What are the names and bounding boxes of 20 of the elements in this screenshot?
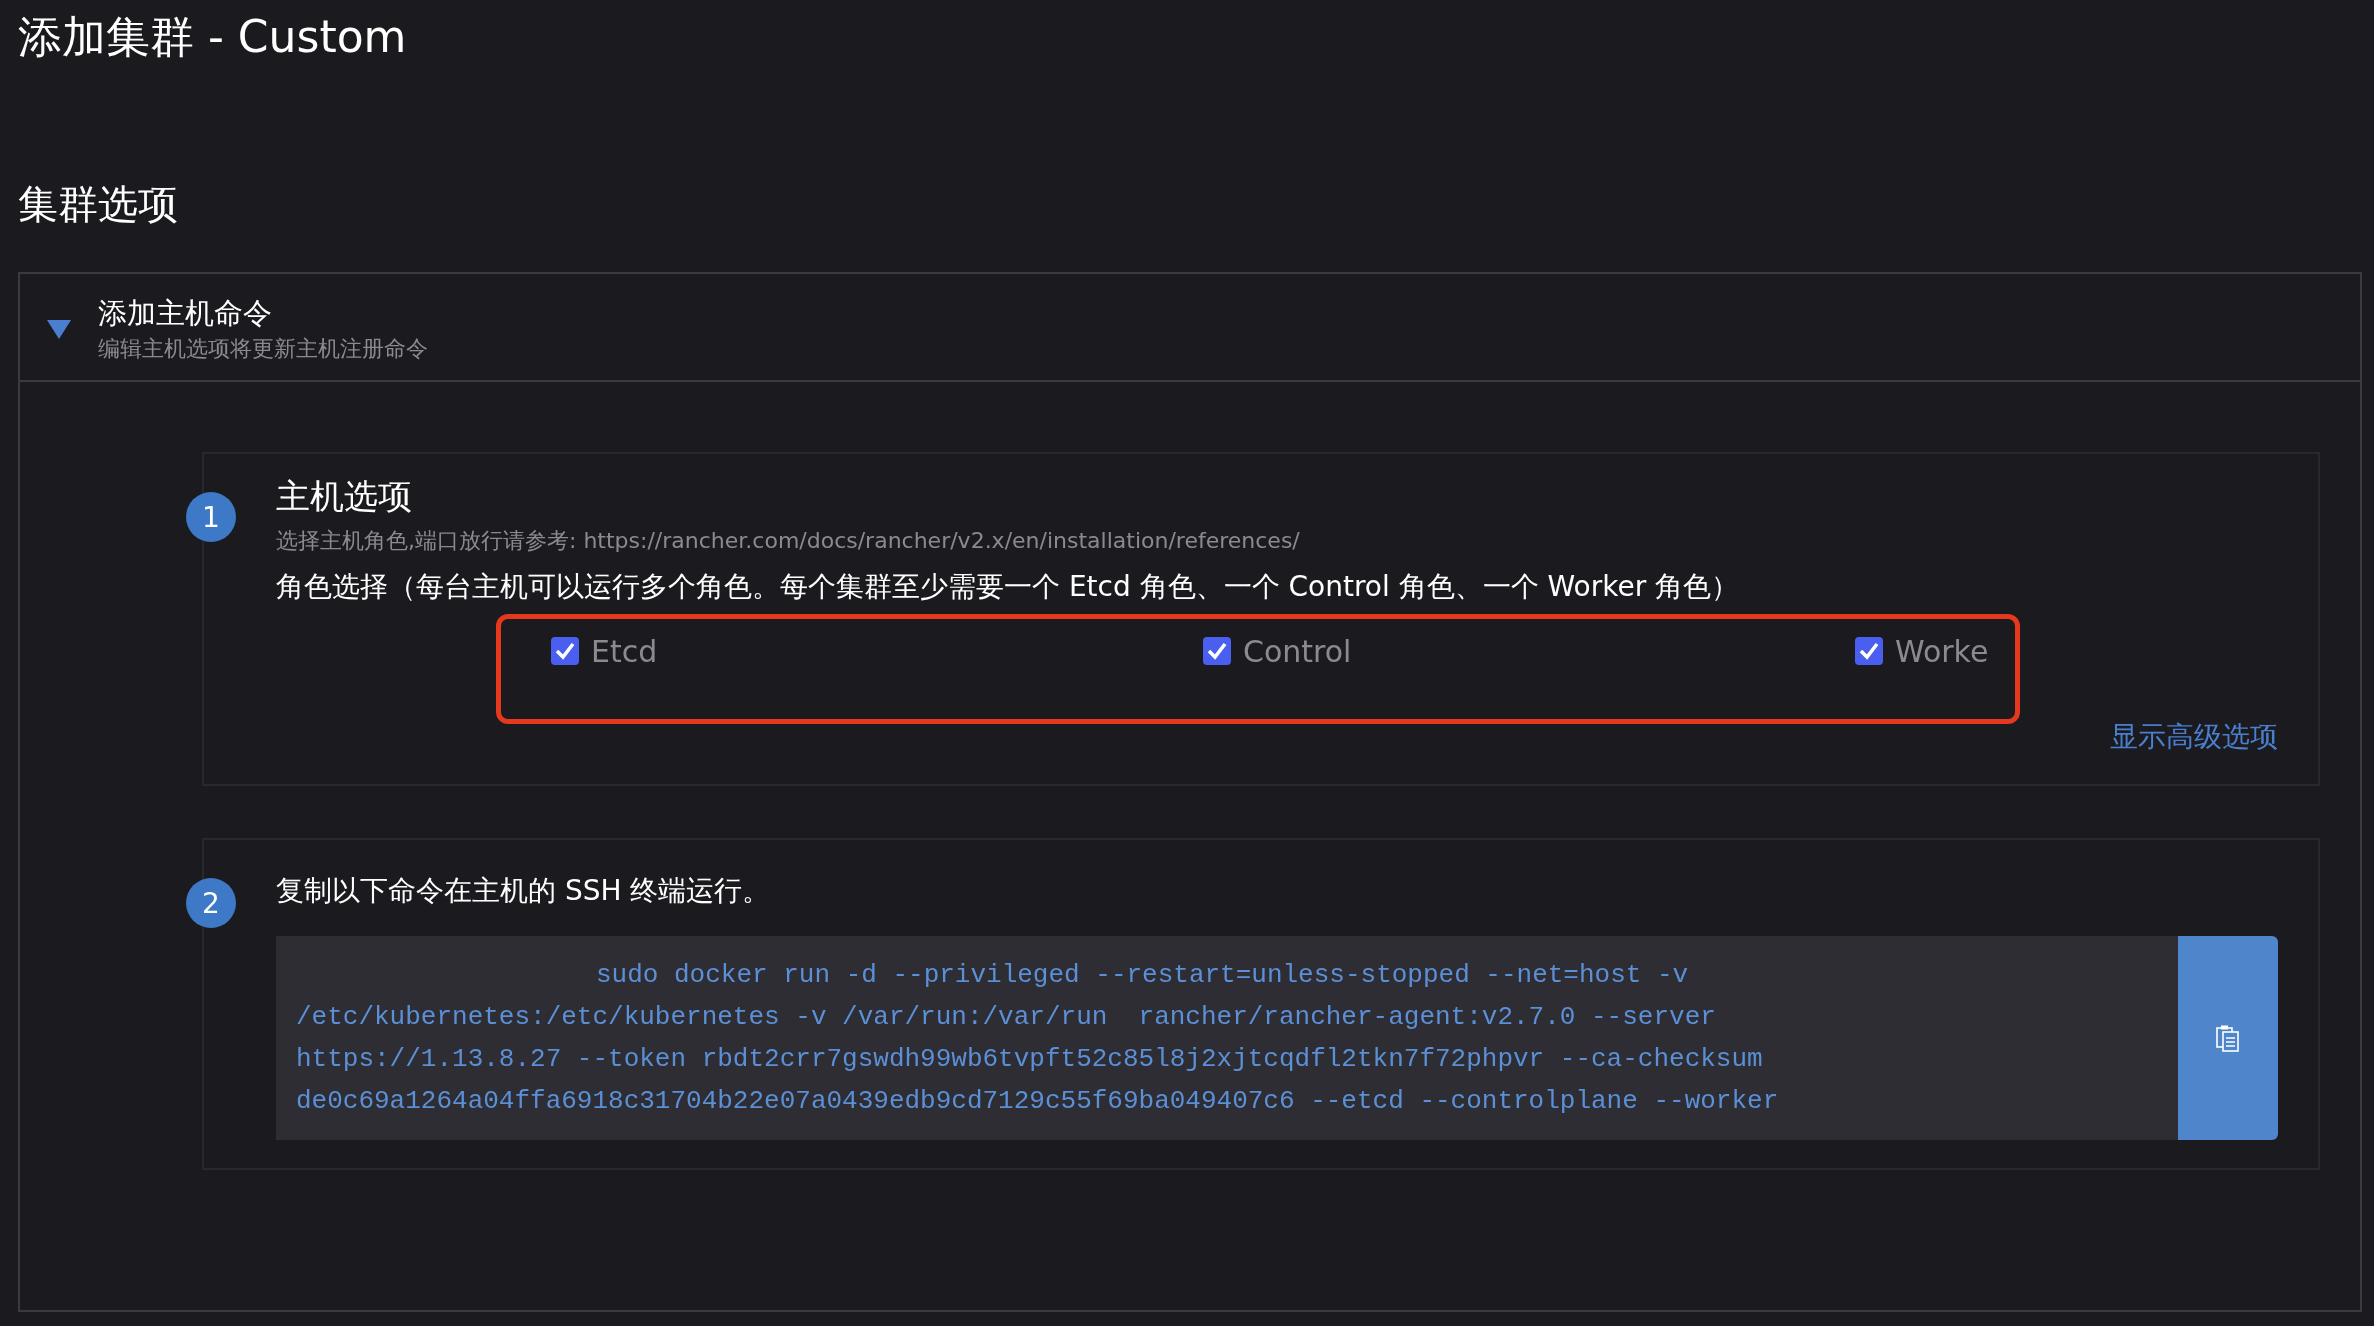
clipboard-icon xyxy=(2215,1024,2241,1052)
caret-icon[interactable] xyxy=(46,318,72,340)
page-title: 添加集群 - Custom xyxy=(18,10,407,64)
roles-label: 角色选择（每台主机可以运行多个角色。每个集群至少需要一个 Etcd 角色、一个 Control 角色、一个 Worker 角色） xyxy=(276,569,1740,605)
checkbox[interactable] xyxy=(551,637,579,665)
checkbox-label[interactable]: Control xyxy=(1243,633,1352,669)
command-block: sudo docker run -d --privileged --restart=unless-stopped --net=host -v /etc/kubernetes:/etc/kubernetes -v /var/run:/var/run rancher/rancher-agent:v2.7.0 --server https://1.13.8.27 --token rbdt2crr7gswdh99wb6tvpft52c85l8j2xjtcqdfl2tkn7f72phpvr --ca-checksum de0c69a1264a04ffa6918c31704b22e07a0439edb9cd7129c55f69ba049407c6 --etcd --controlplane --worker xyxy=(276,936,2178,1140)
accordion-title[interactable]: 添加主机命令 xyxy=(98,294,428,334)
checkbox-label[interactable]: Etcd xyxy=(591,633,658,669)
checkbox-label[interactable]: Worke xyxy=(1895,633,1989,669)
advanced-options-link[interactable]: 显示高级选项 xyxy=(2110,718,2278,756)
step-number: 2 xyxy=(186,878,236,928)
step-title: 主机选项 xyxy=(276,475,412,518)
checkbox[interactable] xyxy=(1855,637,1883,665)
step-number: 1 xyxy=(186,492,236,542)
checkbox[interactable] xyxy=(1203,637,1231,665)
step-hint: 选择主机角色,端口放行请参考: https://rancher.com/docs/rancher/v2.x/en/installation/references/ xyxy=(276,527,1300,555)
step-title: 复制以下命令在主机的 SSH 终端运行。 xyxy=(276,873,771,909)
accordion-subtitle: 编辑主机选项将更新主机注册命令 xyxy=(98,335,428,363)
section-title: 集群选项 xyxy=(18,180,178,229)
